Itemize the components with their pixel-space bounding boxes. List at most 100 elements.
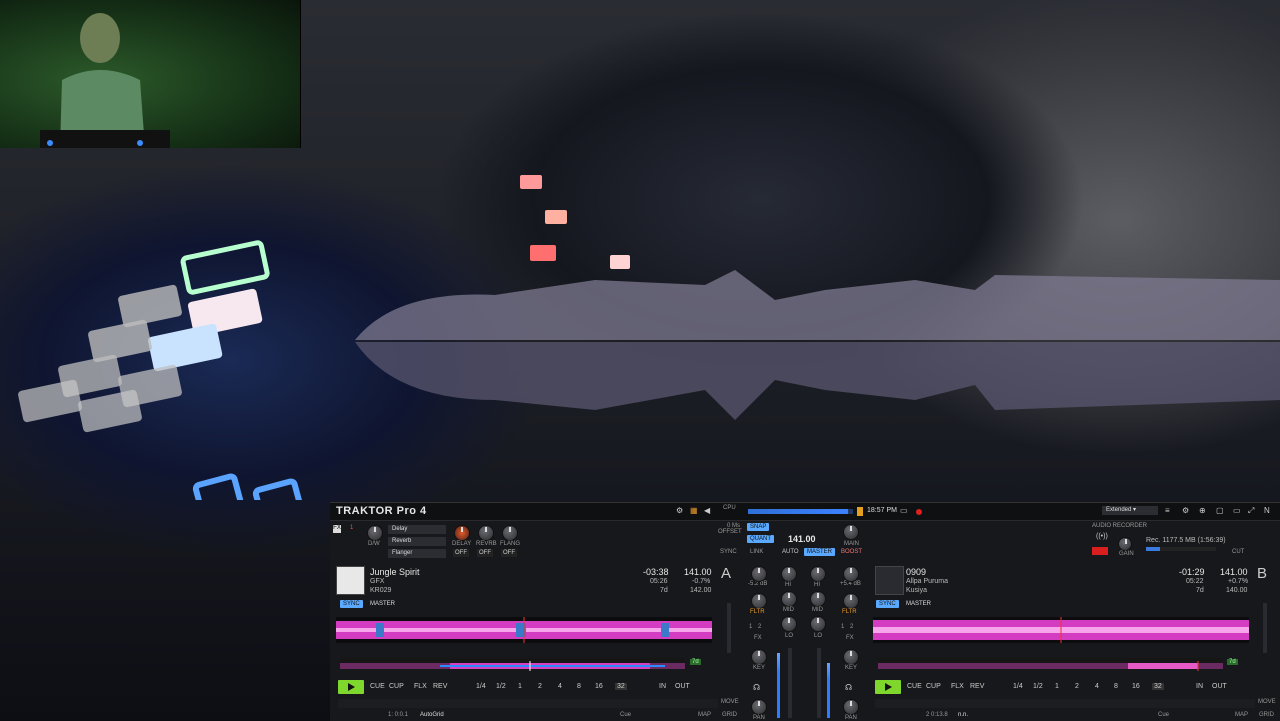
deck-a-loop-in[interactable]: IN [659,683,666,690]
auto-button[interactable]: AUTO [782,549,799,555]
fx-slot-3-select[interactable]: Flanger [388,549,446,558]
channel-a-pan-knob[interactable] [751,699,767,715]
deck-a-loop-4[interactable]: 4 [558,683,562,690]
channel-b-cue-headphones-icon[interactable]: ☊ [845,683,852,692]
deck-a-loop-32[interactable]: 32 [615,683,627,690]
deck-b-play-button[interactable] [875,680,901,694]
channel-b-filter-knob[interactable] [843,593,859,609]
main-volume-knob[interactable] [843,524,859,540]
deck-b-flux-button[interactable]: FLX [951,683,964,690]
deck-b-overview[interactable] [878,658,1223,671]
link-icon[interactable]: ⊕ [1199,506,1206,515]
deck-a-loop-16[interactable]: 16 [595,683,603,690]
deck-b-loop-8[interactable]: 8 [1114,683,1118,690]
deck-b-loop-4[interactable]: 4 [1095,683,1099,690]
deck-a-loop-2[interactable]: 2 [538,683,542,690]
snap-button[interactable]: SNAP [747,523,770,531]
deck-b-loop-2[interactable]: 2 [1075,683,1079,690]
deck-a-master-button[interactable]: MASTER [370,601,395,607]
deck-a-loop-1[interactable]: 1 [518,683,522,690]
deck-a-autogrid[interactable]: AutoGrid [420,712,444,718]
deck-b-loop-1-2[interactable]: 1/2 [1033,683,1043,690]
channel-b-gain-knob[interactable] [843,566,859,582]
deck-b-tempo-fader[interactable] [1263,603,1267,653]
channel-a-fx-2[interactable]: 2 [758,624,761,630]
boost-button[interactable]: BOOST [841,549,862,555]
deck-a-flux-button[interactable]: FLX [414,683,427,690]
record-button[interactable] [1092,547,1108,555]
deck-b-master-button[interactable]: MASTER [906,601,931,607]
deck-a-cup-button[interactable]: CUP [389,683,404,690]
channel-a-fx-1[interactable]: 1 [749,624,752,630]
deck-b-cue-type[interactable]: Cue [1158,712,1169,718]
deck-a-tempo-fader[interactable] [727,603,731,653]
deck-b-reverse-button[interactable]: REV [970,683,984,690]
volume-icon[interactable]: ◀ [704,506,710,515]
fx-dry-wet-knob[interactable] [367,525,383,541]
gear-icon[interactable]: ⚙ [1182,506,1189,515]
channel-a-hi-knob[interactable] [781,566,797,582]
deck-a-loop-1-2[interactable]: 1/2 [496,683,506,690]
fx-delay-off[interactable]: OFF [453,549,469,557]
deck-b-cup-button[interactable]: CUP [926,683,941,690]
deck-a-cue-button[interactable]: CUE [370,683,385,690]
channel-b-volume-fader[interactable] [817,648,821,718]
settings-icon[interactable]: ⚙ [676,506,683,515]
channel-b-fx-2[interactable]: 2 [850,624,853,630]
link-button[interactable]: LINK [750,549,763,555]
layout-select[interactable]: Extended ▾ [1102,506,1158,515]
channel-a-cue-headphones-icon[interactable]: ☊ [753,683,760,692]
master-clock-button[interactable]: MASTER [804,548,836,556]
comment-icon[interactable]: ▢ [1216,506,1224,515]
quant-button[interactable]: QUANT [747,535,774,543]
fx-flanger-knob[interactable] [502,525,518,541]
deck-b-loop-16[interactable]: 16 [1132,683,1140,690]
deck-b-cue-button[interactable]: CUE [907,683,922,690]
fx-slot-1-select[interactable]: Delay [388,525,446,534]
channel-a-volume-fader[interactable] [788,648,792,718]
channel-b-key-knob[interactable] [843,649,859,665]
deck-a-reverse-button[interactable]: REV [433,683,447,690]
deck-a-waveform[interactable] [336,617,712,643]
channel-b-hi-knob[interactable] [810,566,826,582]
deck-b-map-button[interactable]: MAP [1235,712,1248,718]
deck-a-loop-out[interactable]: OUT [675,683,690,690]
cut-button[interactable]: CUT [1232,549,1244,555]
channel-a-gain-knob[interactable] [751,566,767,582]
fx-reverb-knob[interactable] [478,525,494,541]
deck-a-map-button[interactable]: MAP [698,712,711,718]
deck-a-loop-1-4[interactable]: 1/4 [476,683,486,690]
deck-b-sync-button[interactable]: SYNC [876,600,899,608]
deck-b-loop-1-4[interactable]: 1/4 [1013,683,1023,690]
fx-delay-knob[interactable] [454,525,470,541]
deck-a-loop-8[interactable]: 8 [577,683,581,690]
channel-a-filter-knob[interactable] [751,593,767,609]
deck-b-loop-in[interactable]: IN [1196,683,1203,690]
channel-b-lo-knob[interactable] [810,616,826,632]
fx-reverb-off[interactable]: OFF [477,549,493,557]
channel-b-fx-1[interactable]: 1 [841,624,844,630]
deck-a-keylock[interactable]: 7d [690,659,701,665]
list-icon[interactable]: ≡ [1165,506,1170,515]
fx-flanger-off[interactable]: OFF [501,549,517,557]
deck-a-cue-type[interactable]: Cue [620,712,631,718]
deck-a-overview[interactable] [340,658,685,671]
channel-b-mid-knob[interactable] [810,591,826,607]
channel-a-key-knob[interactable] [751,649,767,665]
broadcast-icon[interactable]: ((•)) [1096,533,1108,540]
deck-a-sync-button[interactable]: SYNC [340,600,363,608]
deck-b-loop-out[interactable]: OUT [1212,683,1227,690]
channel-a-mid-knob[interactable] [781,591,797,607]
deck-a-play-button[interactable] [338,680,364,694]
channel-a-lo-knob[interactable] [781,616,797,632]
window-icon[interactable]: ▭ [1233,506,1241,515]
deck-b-loop-32[interactable]: 32 [1152,683,1164,690]
channel-b-pan-knob[interactable] [843,699,859,715]
deck-b-keylock[interactable]: 7d [1227,659,1238,665]
deck-b-loop-1[interactable]: 1 [1055,683,1059,690]
fullscreen-icon[interactable]: ⤢ [1248,506,1254,516]
deck-b-autogrid[interactable]: n.n. [958,712,968,718]
fx-slot-2-select[interactable]: Reverb [388,537,446,546]
recorder-gain-knob[interactable] [1118,537,1132,551]
deck-b-waveform[interactable] [873,617,1249,643]
